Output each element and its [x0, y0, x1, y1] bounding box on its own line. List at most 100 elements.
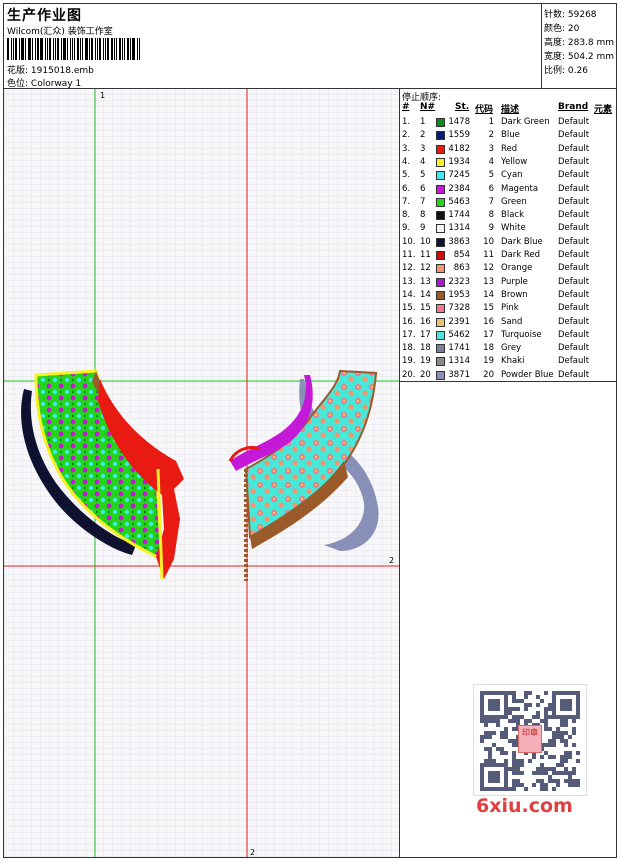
qr-module: [552, 743, 556, 747]
row-stitches: 1953: [448, 289, 470, 300]
qr-module: [500, 735, 504, 739]
qr-module: [508, 711, 512, 715]
row-brand: Default: [558, 130, 590, 141]
row-needle: 12: [420, 263, 431, 274]
thread-row: 4. 4 1934 4 Yellow Default: [400, 156, 616, 169]
row-description: Khaki: [501, 356, 525, 367]
qr-module: [484, 719, 488, 723]
row-needle: 6: [420, 183, 426, 194]
row-description: Dark Green: [501, 117, 550, 127]
barcode-bar: [54, 38, 56, 60]
row-brand: Default: [558, 117, 590, 127]
barcode-bar: [52, 38, 54, 60]
row-description: Grey: [501, 343, 522, 354]
thread-row: 15. 15 7328 15 Pink Default: [400, 302, 616, 315]
qr-module: [560, 739, 564, 743]
qr-module: [564, 759, 568, 763]
qr-module: [536, 771, 540, 775]
qr-module: [496, 719, 500, 723]
qr-module: [544, 783, 548, 787]
row-stitches: 3871: [448, 369, 470, 380]
row-stitches: 5463: [448, 196, 470, 207]
row-code: 11: [483, 250, 494, 260]
row-stitches: 1314: [448, 356, 470, 367]
qr-module: [516, 763, 520, 767]
qr-module: [572, 779, 576, 783]
qr-module: [524, 719, 528, 723]
row-needle: 2: [420, 130, 426, 141]
qr-module: [512, 767, 516, 771]
qr-module: [524, 787, 528, 791]
thread-list-divider: [400, 381, 616, 382]
row-index: 18.: [402, 343, 416, 354]
file-line: 花版: 1915018.emb: [7, 63, 94, 76]
qr-module: [544, 715, 548, 719]
col-description: 描述: [501, 105, 520, 115]
qr-module: [492, 719, 496, 723]
qr-module: [516, 759, 520, 763]
qr-module: [576, 751, 580, 755]
qr-module: [512, 783, 516, 787]
qr-module: [504, 731, 508, 735]
qr-module: [544, 691, 548, 695]
barcode-bar: [18, 38, 20, 60]
barcode-bar: [116, 38, 118, 60]
row-code: 1: [488, 117, 494, 127]
qr-module: [548, 755, 552, 759]
qr-module: [528, 759, 532, 763]
color-swatch: [436, 211, 445, 221]
barcode-bar: [29, 38, 32, 60]
qr-module: [512, 763, 516, 767]
qr-module: [556, 731, 560, 735]
barcode-bar: [45, 38, 47, 60]
qr-module: [544, 723, 548, 727]
barcode-bar: [35, 38, 37, 60]
barcode-bar: [82, 38, 84, 60]
col-code: 代码: [475, 105, 494, 115]
row-needle: 11: [420, 250, 431, 260]
color-swatch: [436, 304, 445, 314]
row-brand: Default: [558, 223, 590, 234]
thread-row: 6. 6 2384 6 Magenta Default: [400, 183, 616, 196]
qr-module: [568, 783, 572, 787]
row-description: Pink: [501, 303, 519, 314]
row-stitches: 3863: [448, 236, 470, 247]
barcode-bar: [32, 38, 34, 60]
qr-module: [540, 699, 544, 703]
color-swatch: [436, 131, 445, 141]
row-brand: Default: [558, 316, 590, 327]
qr-module: [508, 787, 512, 791]
qr-module: [484, 735, 488, 739]
row-index: 14.: [402, 289, 416, 300]
qr-module: [568, 775, 572, 779]
color-swatch: [436, 251, 445, 260]
thread-row: 14. 14 1953 14 Brown Default: [400, 289, 616, 302]
qr-module: [488, 755, 492, 759]
color-swatch: [436, 357, 445, 367]
qr-module: [480, 735, 484, 739]
barcode-bar: [56, 38, 59, 60]
row-brand: Default: [558, 276, 590, 287]
thread-row: 18. 18 1741 18 Grey Default: [400, 342, 616, 355]
row-index: 9.: [402, 223, 411, 234]
qr-module: [488, 759, 492, 763]
qr-module: [516, 715, 520, 719]
row-needle: 18: [420, 343, 431, 354]
qr-module: [544, 719, 548, 723]
row-index: 19.: [402, 356, 416, 367]
qr-module: [536, 695, 540, 699]
row-description: Red: [501, 143, 518, 154]
barcode-bar: [98, 38, 101, 60]
qr-module: [540, 719, 544, 723]
barcode-bar: [130, 38, 132, 60]
row-needle: 4: [420, 156, 426, 167]
row-index: 20.: [402, 369, 416, 380]
row-brand: Default: [558, 289, 590, 300]
row-index: 8.: [402, 210, 411, 221]
color-swatch: [436, 237, 445, 247]
row-description: Cyan: [501, 170, 523, 181]
color-count: 颜色: 20: [544, 24, 580, 34]
row-brand: Default: [558, 356, 590, 367]
color-swatch: [436, 197, 445, 207]
row-description: Dark Red: [501, 250, 541, 260]
